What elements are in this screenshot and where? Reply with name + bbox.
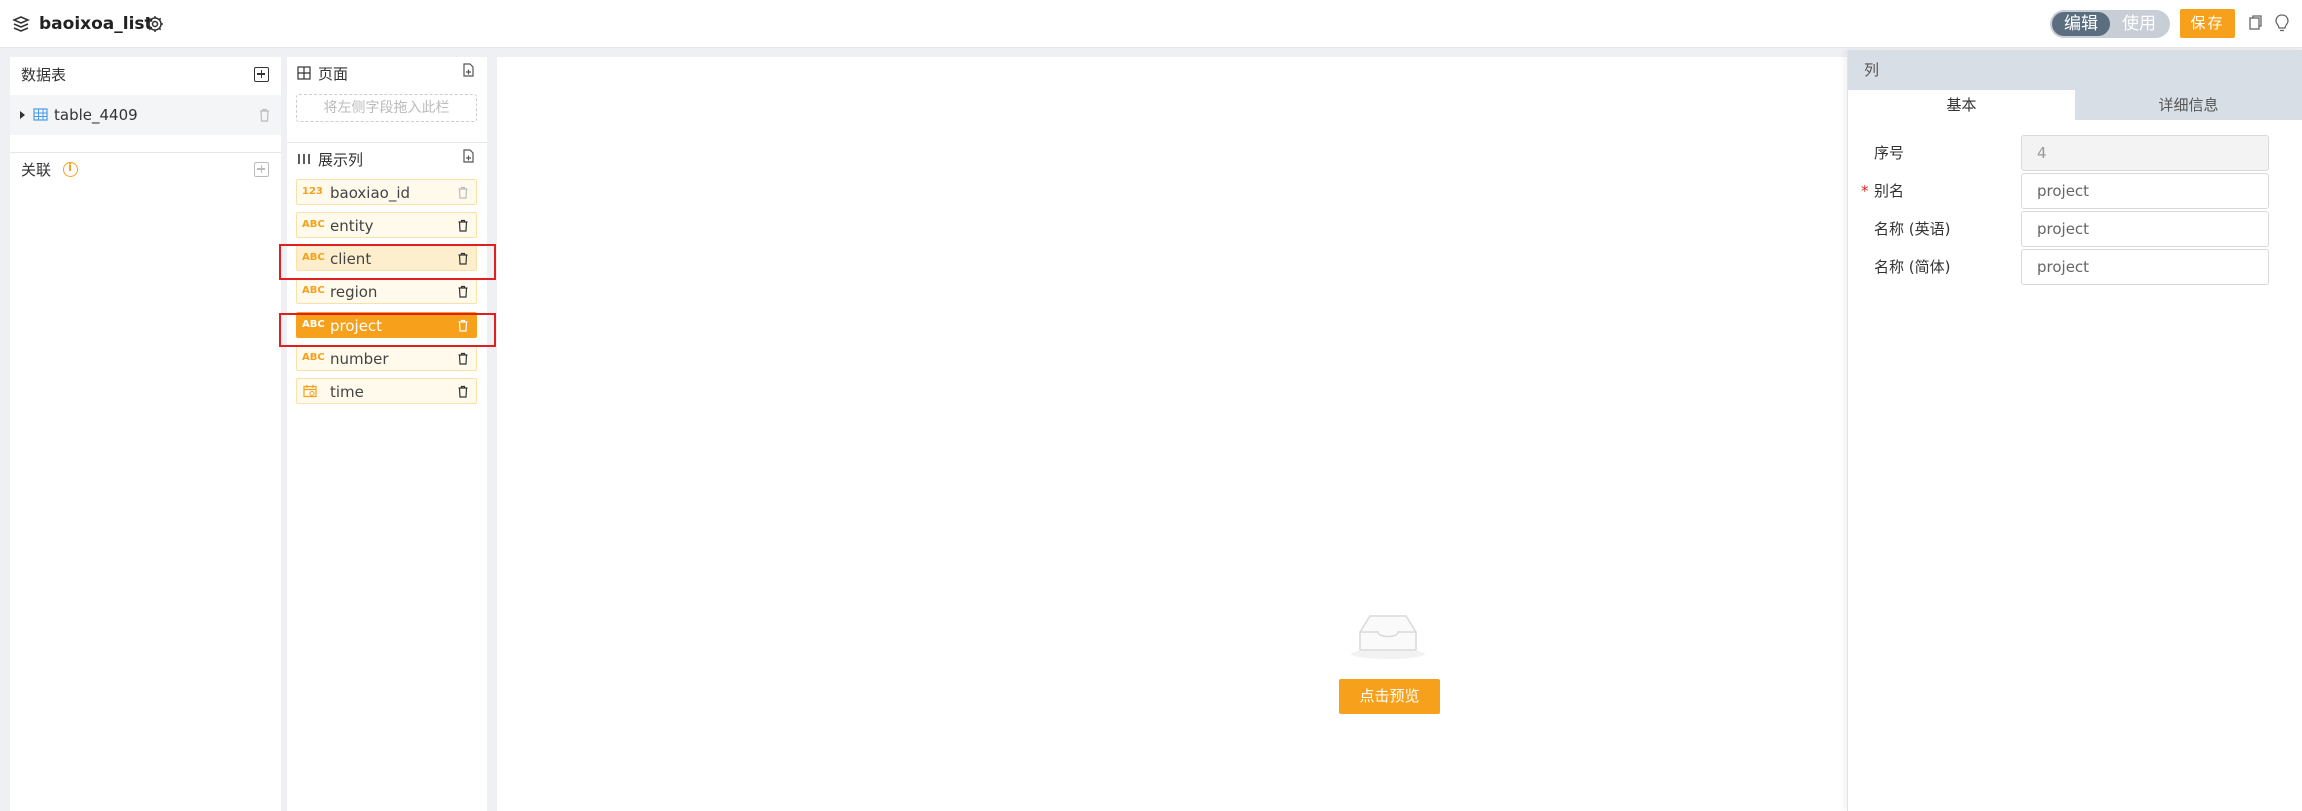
table-item[interactable]: table_4409 bbox=[10, 95, 281, 135]
field-item-region[interactable]: ABC region bbox=[296, 278, 477, 304]
name-zh-field[interactable]: project bbox=[2021, 249, 2269, 285]
drop-zone[interactable]: 将左侧字段拖入此栏 bbox=[296, 94, 477, 122]
field-item-entity[interactable]: ABC entity bbox=[296, 212, 477, 238]
lightbulb-icon[interactable] bbox=[2272, 13, 2292, 33]
index-label: 序号 bbox=[1874, 144, 1905, 162]
alias-field[interactable]: project bbox=[2021, 173, 2269, 209]
table-name: table_4409 bbox=[54, 106, 138, 124]
add-display-field-icon[interactable] bbox=[461, 149, 475, 163]
empty-inbox-icon bbox=[1351, 615, 1425, 659]
delete-field-icon[interactable] bbox=[457, 352, 469, 365]
name-zh-label: 名称 (简体) bbox=[1874, 258, 1951, 276]
app-title: baoixoa_list bbox=[39, 14, 153, 34]
table-icon bbox=[33, 108, 48, 121]
expand-caret-icon[interactable] bbox=[20, 111, 25, 119]
divider bbox=[287, 142, 487, 143]
grid-icon bbox=[297, 66, 311, 80]
datasource-title: 数据表 bbox=[21, 66, 67, 84]
preview-button[interactable]: 点击预览 bbox=[1339, 679, 1440, 714]
tab-detail[interactable]: 详细信息 bbox=[2075, 90, 2302, 120]
text-type-icon: ABC bbox=[302, 352, 325, 363]
add-relation-icon[interactable] bbox=[254, 162, 269, 177]
delete-field-icon[interactable] bbox=[457, 285, 469, 298]
name-en-field[interactable]: project bbox=[2021, 211, 2269, 247]
tab-basic[interactable]: 基本 bbox=[1848, 90, 2075, 120]
display-section-title: 展示列 bbox=[318, 151, 364, 169]
delete-field-icon[interactable] bbox=[457, 219, 469, 232]
number-type-icon: 123 bbox=[302, 186, 323, 197]
layers-icon bbox=[12, 16, 30, 32]
top-bar: baoixoa_list 编辑 使用 保存 bbox=[0, 0, 2302, 48]
delete-field-icon[interactable] bbox=[457, 385, 469, 398]
field-name: time bbox=[330, 383, 364, 401]
field-item-time[interactable]: time bbox=[296, 378, 477, 404]
text-type-icon: ABC bbox=[302, 219, 325, 230]
gear-icon[interactable] bbox=[145, 14, 165, 34]
add-page-field-icon[interactable] bbox=[461, 63, 475, 77]
index-field: 4 bbox=[2021, 135, 2269, 171]
mode-edit-option[interactable]: 编辑 bbox=[2052, 12, 2110, 36]
copy-icon[interactable] bbox=[2245, 13, 2265, 33]
save-button[interactable]: 保存 bbox=[2180, 9, 2235, 38]
properties-title: 列 bbox=[1864, 61, 1880, 79]
field-item-number[interactable]: ABC number bbox=[296, 345, 477, 371]
field-name: number bbox=[330, 350, 389, 368]
field-name: baoxiao_id bbox=[330, 184, 411, 202]
properties-panel: 列 基本 详细信息 序号 4 * 别名 project 名称 (英语) proj… bbox=[1847, 50, 2302, 811]
mode-toggle[interactable]: 编辑 使用 bbox=[2050, 10, 2170, 38]
columns-icon bbox=[298, 154, 310, 164]
field-name: region bbox=[330, 283, 378, 301]
delete-table-icon[interactable] bbox=[258, 108, 271, 122]
datasource-panel: 数据表 table_4409 关联 bbox=[10, 57, 281, 811]
add-table-icon[interactable] bbox=[254, 67, 269, 82]
preview-canvas bbox=[497, 57, 1847, 811]
fields-panel: 页面 将左侧字段拖入此栏 展示列 123 baoxiao_id ABC enti… bbox=[287, 57, 487, 811]
properties-tabs: 基本 详细信息 bbox=[1848, 90, 2302, 120]
name-en-label: 名称 (英语) bbox=[1874, 220, 1951, 238]
highlight-box-project bbox=[279, 313, 496, 347]
alias-label: 别名 bbox=[1874, 182, 1905, 200]
delete-field-icon[interactable] bbox=[457, 186, 469, 199]
divider bbox=[10, 152, 281, 153]
properties-header: 列 bbox=[1848, 50, 2302, 90]
relation-title: 关联 bbox=[21, 161, 52, 179]
field-item-baoxiao-id[interactable]: 123 baoxiao_id bbox=[296, 179, 477, 205]
page-section-title: 页面 bbox=[318, 65, 349, 83]
info-icon[interactable] bbox=[63, 161, 78, 177]
field-name: entity bbox=[330, 217, 374, 235]
text-type-icon: ABC bbox=[302, 285, 325, 296]
mode-use-option[interactable]: 使用 bbox=[2110, 12, 2168, 36]
required-mark: * bbox=[1861, 182, 1869, 200]
calendar-type-icon bbox=[303, 385, 317, 398]
highlight-box-client bbox=[279, 244, 496, 280]
